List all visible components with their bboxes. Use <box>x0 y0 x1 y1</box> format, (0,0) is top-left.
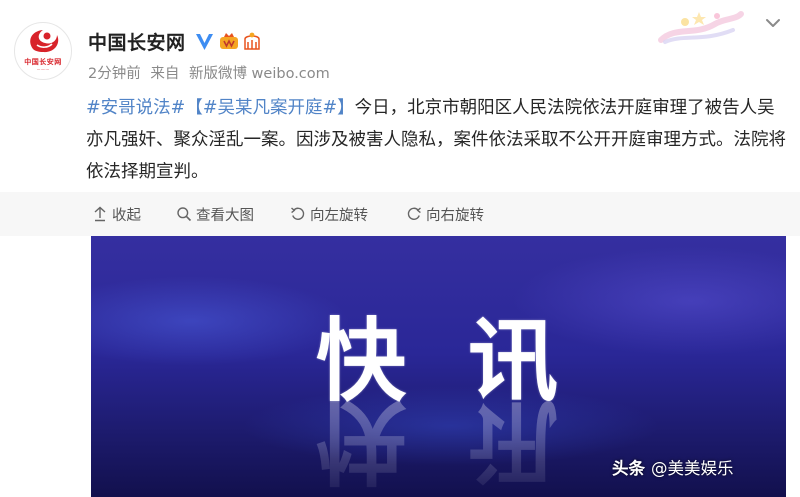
post-content: #安哥说法#【#吴某凡案开庭#】今日，北京市朝阳区人民法院依法开庭审理了被告人吴… <box>86 92 786 188</box>
watermark-brand: 头条 <box>612 459 645 478</box>
avatar-logo-text: 中国长安网 <box>24 58 62 66</box>
collapse-icon <box>94 206 106 222</box>
rotate-right-button[interactable]: 向右旋转 <box>406 204 484 224</box>
view-large-button[interactable]: 查看大图 <box>176 204 254 224</box>
topic-tag-link[interactable]: 【#吴某凡案开庭#】 <box>185 98 354 118</box>
name-row: 中国长安网 <box>88 27 262 55</box>
post-source[interactable]: 新版微博 weibo.com <box>189 66 330 82</box>
collapse-label: 收起 <box>112 207 141 224</box>
avatar[interactable]: 中国长安网 ·········· <box>14 22 72 80</box>
source-prefix: 来自 <box>150 66 180 82</box>
zoom-icon <box>177 207 192 222</box>
rotate-right-icon <box>407 207 421 220</box>
light-streak <box>91 276 351 366</box>
account-name[interactable]: 中国长安网 <box>88 28 186 55</box>
post-meta: 2分钟前 来自 新版微博 weibo.com <box>88 62 335 83</box>
rotate-left-icon <box>291 207 305 220</box>
rotate-left-button[interactable]: 向左旋转 <box>290 204 368 224</box>
chevron-down-icon[interactable] <box>762 12 784 34</box>
watermark-author: @美美娱乐 <box>651 459 734 478</box>
verified-icon[interactable] <box>194 31 215 52</box>
rotate-left-label: 向左旋转 <box>310 207 368 224</box>
watermark: 头条 @美美娱乐 <box>612 454 734 480</box>
topic-tag-link[interactable]: #安哥说法# <box>86 98 185 118</box>
headline-reflection: 快讯 <box>316 388 620 493</box>
china-changan-logo-icon <box>30 30 59 53</box>
collapse-button[interactable]: 收起 <box>92 204 141 224</box>
image-toolbar: 收起 查看大图 向左旋转 向右旋转 <box>0 192 800 236</box>
medal-icon[interactable] <box>242 31 262 51</box>
post-time[interactable]: 2分钟前 <box>88 66 141 82</box>
rotate-right-label: 向右旋转 <box>426 207 484 224</box>
post-header: 中国长安网 ·········· 中国长安网 2分钟前 来自 新版微博 weib… <box>0 0 800 92</box>
view-large-label: 查看大图 <box>196 207 254 224</box>
avatar-logo-subtext: ·········· <box>36 67 50 72</box>
member-icon[interactable] <box>219 31 239 51</box>
card-decoration-icon <box>658 11 744 44</box>
